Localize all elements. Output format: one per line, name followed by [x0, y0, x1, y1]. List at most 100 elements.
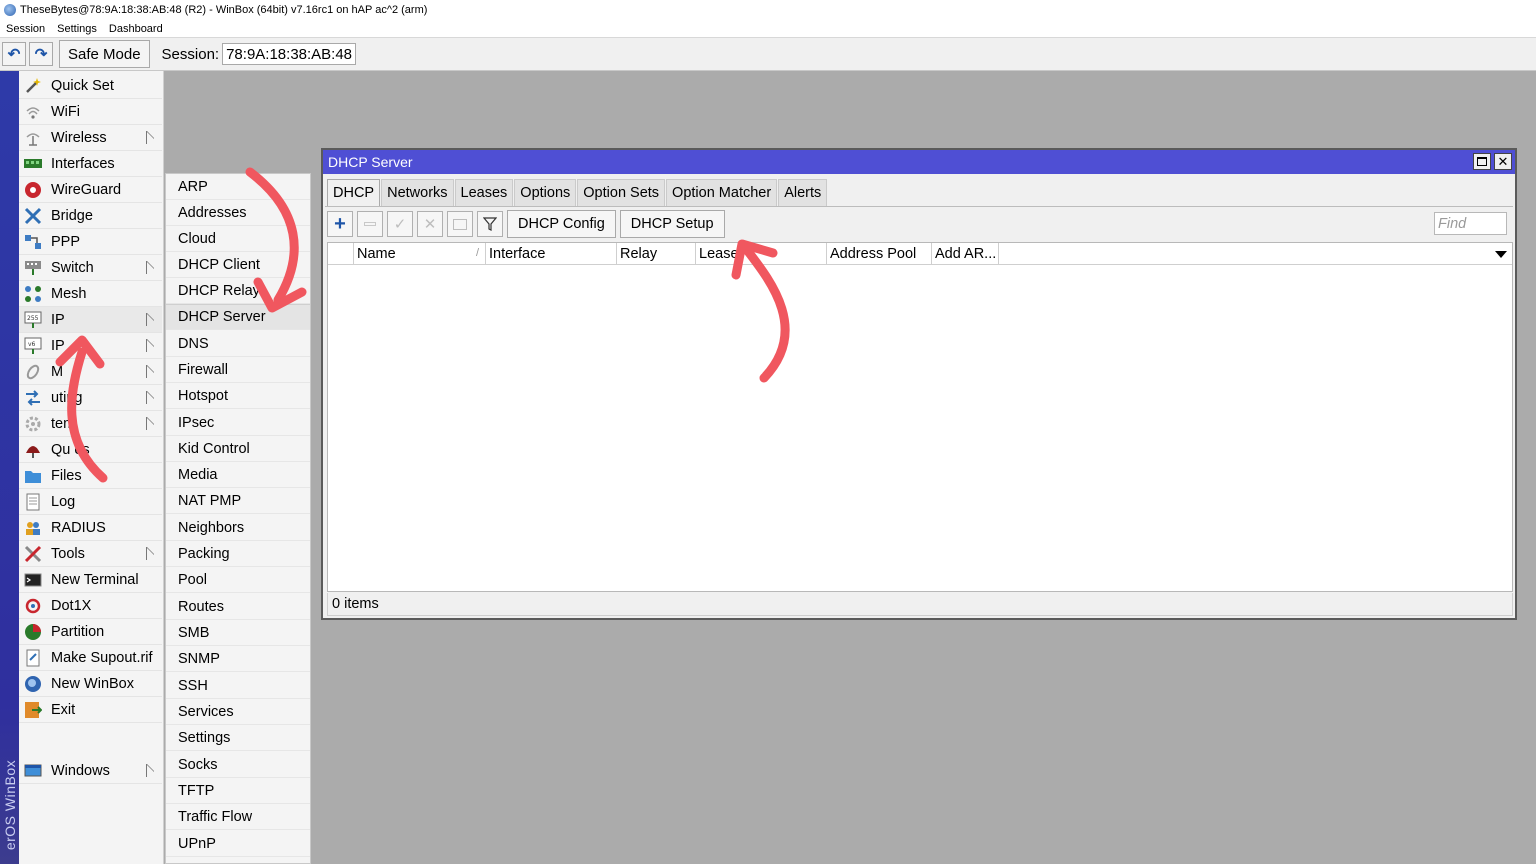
menu-item-new-terminal[interactable]: New Terminal: [19, 567, 162, 593]
ipv6-icon: v6: [23, 336, 43, 356]
submenu-item-media[interactable]: Media: [166, 462, 310, 488]
menu-item-system[interactable]: tem: [19, 411, 162, 437]
menu-item-queues[interactable]: Qu es: [19, 437, 162, 463]
tab-dhcp[interactable]: DHCP: [327, 179, 381, 206]
menu-label: New Terminal: [51, 571, 139, 588]
submenu-item-dhcp-relay[interactable]: DHCP Relay: [166, 278, 310, 304]
menu-label: Log: [51, 493, 76, 510]
column-lease-time[interactable]: Lease: [696, 243, 827, 265]
menu-item-wireguard[interactable]: WireGuard: [19, 177, 162, 203]
submenu-item-kid-control[interactable]: Kid Control: [166, 436, 310, 462]
disable-button[interactable]: ✕: [417, 211, 443, 237]
menu-item-radius[interactable]: RADIUS: [19, 515, 162, 541]
submenu-item-packing[interactable]: Packing: [166, 541, 310, 567]
menu-item-interfaces[interactable]: Interfaces: [19, 151, 162, 177]
submenu-item-tftp[interactable]: TFTP: [166, 778, 310, 804]
menu-item-ipv6[interactable]: v6 IP: [19, 333, 162, 359]
tab-option-sets[interactable]: Option Sets: [577, 179, 666, 206]
filter-button[interactable]: [477, 211, 503, 237]
submenu-item-cloud[interactable]: Cloud: [166, 226, 310, 252]
submenu-item-dhcp-client[interactable]: DHCP Client: [166, 252, 310, 278]
menu-dashboard[interactable]: Dashboard: [103, 23, 169, 35]
menu-item-exit[interactable]: Exit: [19, 697, 162, 723]
column-address-pool[interactable]: Address Pool: [827, 243, 932, 265]
submenu-item-services[interactable]: Services: [166, 699, 310, 725]
menu-item-make-supout[interactable]: Make Supout.rif: [19, 645, 162, 671]
menu-label: Windows: [51, 762, 110, 779]
submenu-item-neighbors[interactable]: Neighbors: [166, 515, 310, 541]
menu-item-quick-set[interactable]: Quick Set: [19, 73, 162, 99]
tab-alerts[interactable]: Alerts: [778, 179, 828, 206]
find-input[interactable]: [1434, 212, 1507, 235]
filter-icon: [483, 217, 497, 231]
close-button[interactable]: ✕: [1494, 153, 1512, 170]
dhcp-window-title-bar[interactable]: DHCP Server ✕: [323, 150, 1515, 174]
menu-item-wireless[interactable]: Wireless: [19, 125, 162, 151]
submenu-arrow-icon: [146, 365, 154, 378]
close-icon: ✕: [1497, 153, 1509, 169]
submenu-item-smb[interactable]: SMB: [166, 620, 310, 646]
menu-item-tools[interactable]: Tools: [19, 541, 162, 567]
menu-label: WireGuard: [51, 181, 122, 198]
menu-item-switch[interactable]: Switch: [19, 255, 162, 281]
safe-mode-button[interactable]: Safe Mode: [59, 40, 150, 68]
menu-item-routing[interactable]: uting: [19, 385, 162, 411]
submenu-item-socks[interactable]: Socks: [166, 752, 310, 778]
menu-item-new-winbox[interactable]: New WinBox: [19, 671, 162, 697]
submenu-item-upnp[interactable]: UPnP: [166, 831, 310, 857]
maximize-button[interactable]: [1473, 153, 1491, 170]
submenu-arrow-icon: [146, 261, 154, 274]
dhcp-config-button[interactable]: DHCP Config: [507, 210, 616, 238]
submenu-item-snmp[interactable]: SNMP: [166, 646, 310, 672]
menu-settings[interactable]: Settings: [51, 23, 103, 35]
menu-item-wifi[interactable]: WiFi: [19, 99, 162, 125]
column-interface[interactable]: Interface: [486, 243, 617, 265]
menu-item-windows[interactable]: Windows: [19, 758, 162, 784]
status-bar: 0 items: [327, 593, 1513, 616]
menu-item-mesh[interactable]: Mesh: [19, 281, 162, 307]
submenu-item-settings[interactable]: Settings: [166, 725, 310, 751]
menu-item-ppp[interactable]: PPP: [19, 229, 162, 255]
column-menu-dropdown-icon[interactable]: [1490, 243, 1512, 265]
column-name[interactable]: Name /: [354, 243, 486, 265]
redo-button[interactable]: ↷: [29, 42, 53, 66]
tab-options[interactable]: Options: [514, 179, 577, 206]
submenu-item-ssh[interactable]: SSH: [166, 673, 310, 699]
submenu-item-routes[interactable]: Routes: [166, 594, 310, 620]
column-add-arp[interactable]: Add AR...: [932, 243, 999, 265]
terminal-icon: [23, 570, 43, 590]
menu-label: Partition: [51, 623, 105, 640]
menu-item-bridge[interactable]: Bridge: [19, 203, 162, 229]
submenu-item-dns[interactable]: DNS: [166, 331, 310, 357]
tab-option-matcher[interactable]: Option Matcher: [666, 179, 778, 206]
remove-button[interactable]: [357, 211, 383, 237]
table-header: Name / Interface Relay Lease Address Poo…: [328, 243, 1512, 265]
tab-leases[interactable]: Leases: [454, 179, 514, 206]
menu-session[interactable]: Session: [0, 23, 51, 35]
menu-item-partition[interactable]: Partition: [19, 619, 162, 645]
submenu-item-nat-pmp[interactable]: NAT PMP: [166, 488, 310, 514]
column-flags[interactable]: [328, 243, 354, 265]
enable-button[interactable]: ✓: [387, 211, 413, 237]
mpls-icon: [23, 362, 43, 382]
menu-item-mpls[interactable]: M: [19, 359, 162, 385]
submenu-item-traffic-flow[interactable]: Traffic Flow: [166, 804, 310, 830]
submenu-item-hotspot[interactable]: Hotspot: [166, 383, 310, 409]
session-field[interactable]: 78:9A:18:38:AB:48: [222, 43, 357, 65]
menu-item-ip[interactable]: 255 IP: [19, 307, 162, 333]
menu-item-files[interactable]: Files: [19, 463, 162, 489]
menu-item-dot1x[interactable]: Dot1X: [19, 593, 162, 619]
add-button[interactable]: +: [327, 211, 353, 237]
submenu-item-firewall[interactable]: Firewall: [166, 357, 310, 383]
submenu-item-addresses[interactable]: Addresses: [166, 200, 310, 226]
submenu-item-pool[interactable]: Pool: [166, 567, 310, 593]
comment-button[interactable]: [447, 211, 473, 237]
undo-button[interactable]: ↶: [2, 42, 26, 66]
column-relay[interactable]: Relay: [617, 243, 696, 265]
menu-item-log[interactable]: Log: [19, 489, 162, 515]
submenu-item-ipsec[interactable]: IPsec: [166, 410, 310, 436]
tab-networks[interactable]: Networks: [381, 179, 454, 206]
submenu-item-dhcp-server[interactable]: DHCP Server: [166, 304, 310, 330]
submenu-item-arp[interactable]: ARP: [166, 174, 310, 200]
dhcp-setup-button[interactable]: DHCP Setup: [619, 210, 725, 238]
